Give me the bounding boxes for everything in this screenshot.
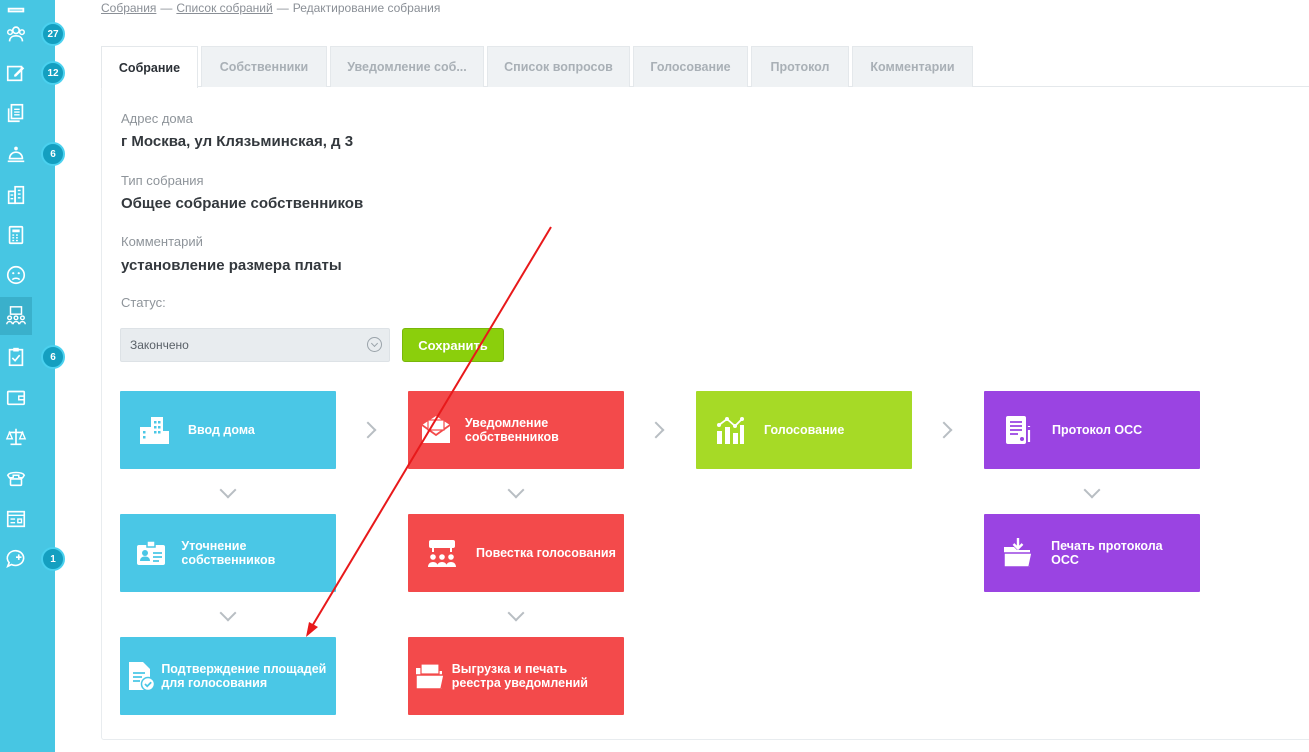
save-button[interactable]: Сохранить [402,328,504,362]
step-label: Ввод дома [188,423,255,437]
step-registry-export[interactable]: Выгрузка и печать реестра уведомлений [408,637,624,715]
step-protocol-print[interactable]: Печать протокола ОСС [984,514,1200,592]
bar-chart-icon [717,417,744,444]
tab-bar: Собрание Собственники Уведомление соб...… [101,46,976,88]
step-label: Уведомление собственников [464,416,559,444]
people-group-icon [7,26,25,42]
sidebar-badge-tasks: 6 [41,345,65,369]
sidebar-item-service[interactable] [0,135,32,173]
list-icon [7,7,25,13]
step-home-input[interactable]: Ввод дома [120,391,336,469]
status-selected-value: Закончено [130,338,189,352]
tab-owners[interactable]: Собственники [201,46,327,87]
sidebar-badge-chat: 1 [41,547,65,571]
sidebar-item-tasks[interactable] [0,338,32,376]
step-label: Повестка голосования [476,546,616,560]
tab-protocol[interactable]: Протокол [751,46,849,87]
protocol-document-icon [1006,416,1031,444]
address-value: г Москва, ул Клязьминская, д 3 [121,133,354,150]
sidebar-item-legal[interactable] [0,418,32,456]
breadcrumb-separator: — [276,1,289,15]
step-agenda[interactable]: Повестка голосования [408,514,624,592]
sad-face-icon [6,265,26,285]
sidebar-item-calculator[interactable] [0,216,32,254]
sidebar-item-wallet[interactable] [0,378,32,416]
documents-icon [7,103,24,123]
step-label: Выгрузка и печать реестра уведомлений [451,662,588,690]
sidebar-item-buildings[interactable] [0,176,32,214]
scales-icon [5,428,27,446]
tab-questions[interactable]: Список вопросов [487,46,630,87]
sidebar-badge-service: 6 [41,142,65,166]
buildings-icon [7,185,25,205]
step-area-confirm[interactable]: Подтверждение площадей для голосования [120,637,336,715]
sidebar-item-board[interactable] [0,500,32,538]
meeting-type-value: Общее собрание собственников [121,195,364,212]
status-label: Статус: [121,295,166,310]
folder-open-icon [415,663,445,690]
breadcrumb-meeting-list-link[interactable]: Список собраний [176,1,272,15]
status-select[interactable]: Закончено [120,328,390,362]
wallet-icon [6,390,26,406]
sidebar-item-phone[interactable] [0,459,32,497]
breadcrumb: Собрания — Список собраний — Редактирование … [101,1,440,15]
step-owners-notice[interactable]: Уведомление собственников [408,391,624,469]
sidebar-item-meetings[interactable] [0,15,32,53]
sidebar-badge-meetings: 27 [41,22,65,46]
clipboard-check-icon [8,347,24,367]
sidebar-item-documents[interactable] [0,94,32,132]
sidebar-badge-edit: 12 [41,61,65,85]
document-check-icon [128,662,155,692]
edit-note-icon [6,65,25,82]
breadcrumb-meetings-link[interactable]: Собрания [101,1,156,15]
chevron-down-icon [367,337,382,352]
step-label: Голосование [764,423,845,437]
step-label: Уточнение собственников [181,539,276,567]
dashboard-icon [6,510,26,528]
meeting-type-label: Тип собрания [121,173,204,188]
step-protocol[interactable]: Протокол ОСС [984,391,1200,469]
breadcrumb-separator: — [160,1,173,15]
audience-icon [428,540,456,567]
address-label: Адрес дома [121,111,193,126]
tab-notification[interactable]: Уведомление соб... [330,46,484,87]
step-label: Подтверждение площадей для голосования [161,662,327,690]
sidebar-item-chat[interactable] [0,540,32,578]
service-bell-icon [7,146,25,163]
meeting-icon [6,306,26,325]
tab-meeting[interactable]: Собрание [101,46,198,88]
sidebar: 27 12 6 6 1 [0,0,65,752]
tab-comments[interactable]: Комментарии [852,46,973,87]
step-label: Протокол ОСС [1052,423,1143,437]
tab-voting[interactable]: Голосование [633,46,748,87]
chat-add-icon [6,549,25,569]
sidebar-item-owners-meeting[interactable] [0,297,32,335]
buildings-icon [140,417,169,444]
sidebar-item-complaints[interactable] [0,256,32,294]
sidebar-item-edit[interactable] [0,54,32,92]
step-owners-refine[interactable]: Уточнение собственников [120,514,336,592]
comment-label: Комментарий [121,234,203,249]
step-voting[interactable]: Голосование [696,391,912,469]
download-folder-icon [1002,538,1033,568]
comment-value: установление размера платы [121,257,342,274]
envelope-icon [421,416,451,443]
id-card-icon [136,540,165,565]
phone-icon [6,471,26,487]
step-label: Печать протокола ОСС [1051,539,1163,567]
breadcrumb-current: Редактирование собрания [292,1,441,15]
calculator-icon [8,225,24,245]
